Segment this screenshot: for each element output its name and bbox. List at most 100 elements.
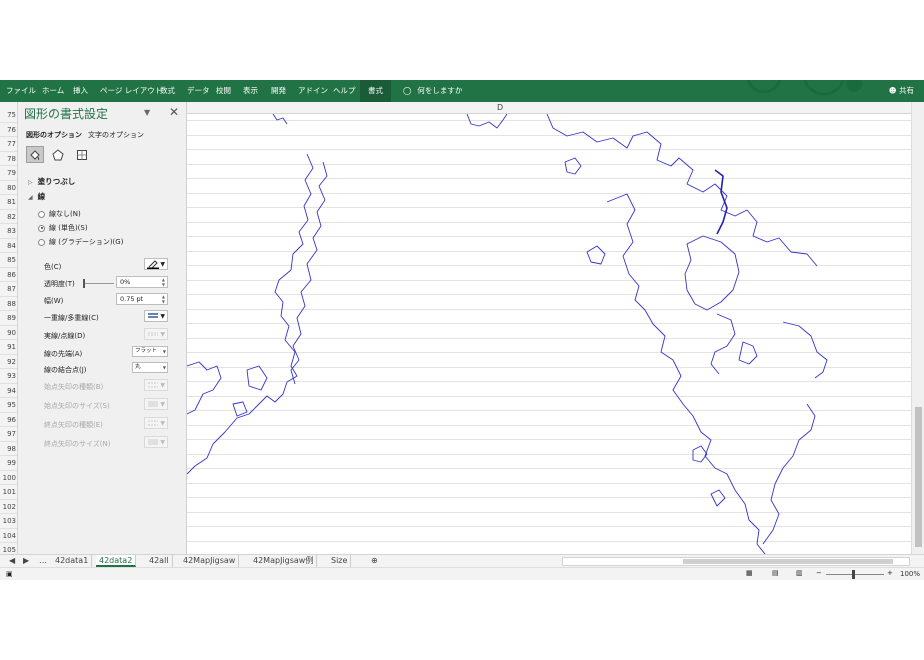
sheet-tab-42data1[interactable]: 42data1 (52, 555, 93, 567)
close-icon[interactable]: ✕ (169, 105, 179, 119)
tab-shape-options[interactable]: 図形のオプション (26, 130, 82, 140)
compound-type-dropdown[interactable]: ▼ (144, 310, 168, 322)
map-shapes[interactable] (187, 114, 911, 554)
fill-line-icon[interactable] (26, 146, 44, 163)
tab-scroll-right-icon[interactable]: ▶ (20, 555, 32, 567)
tab-scroll-left-icon[interactable]: ◀ (6, 555, 18, 567)
tab-insert[interactable]: 挿入 (73, 80, 88, 102)
pane-options-chevron-icon[interactable]: ▼ (144, 108, 150, 117)
row-header[interactable]: 87 (0, 282, 17, 297)
vertical-scrollbar[interactable] (911, 102, 924, 554)
tab-data[interactable]: データ (187, 80, 210, 102)
row-header[interactable]: 104 (0, 529, 17, 543)
horizontal-scrollbar[interactable] (562, 557, 910, 566)
zoom-out-icon[interactable]: − (816, 569, 822, 577)
tab-view[interactable]: 表示 (243, 80, 258, 102)
join-type-dropdown[interactable]: 丸 (132, 362, 168, 373)
tab-formulas[interactable]: 数式 (160, 80, 175, 102)
row-header[interactable]: 84 (0, 239, 17, 253)
tab-developer[interactable]: 開発 (271, 80, 286, 102)
tab-review[interactable]: 校閲 (216, 80, 231, 102)
row-header[interactable]: 78 (0, 152, 17, 166)
end-arrow-size-dropdown[interactable]: ▼ (144, 436, 168, 448)
add-sheet-icon[interactable]: ⊕ (368, 555, 381, 567)
tab-file[interactable]: ファイル (6, 80, 36, 102)
row-header[interactable]: 91 (0, 340, 17, 355)
radio-solid-line[interactable]: 線 (単色)(S) (38, 223, 88, 233)
line-section-header[interactable]: ◢ 線 (28, 191, 45, 202)
spinner-arrows-icon[interactable]: ▲ ▼ (162, 277, 165, 287)
share-button[interactable]: ☻ 共有 (889, 80, 914, 102)
row-header[interactable]: 90 (0, 326, 17, 340)
begin-arrow-size-dropdown[interactable]: ▼ (144, 398, 168, 410)
spinner-arrows-icon[interactable]: ▲ ▼ (162, 294, 165, 304)
zoom-in-icon[interactable]: + (887, 569, 893, 577)
row-header[interactable]: 83 (0, 224, 17, 239)
sheet-tab-size[interactable]: Size (328, 555, 352, 567)
transparency-input[interactable]: 0% ▲ ▼ (116, 276, 168, 288)
sheet-tab-42mapjigsaw-example[interactable]: 42MapJigsaw例 (250, 555, 318, 567)
row-header[interactable]: 86 (0, 268, 17, 282)
zoom-slider-thumb[interactable] (852, 570, 855, 579)
row-header[interactable]: 103 (0, 514, 17, 529)
transparency-slider[interactable] (83, 279, 114, 288)
radio-dot-selected (38, 224, 45, 232)
row-header[interactable]: 102 (0, 500, 17, 514)
row-header[interactable]: 75 (0, 108, 17, 123)
sheet-tab-42mapjigsaw[interactable]: 42MapJigsaw (180, 555, 240, 567)
row-header[interactable]: 92 (0, 355, 17, 369)
row-header[interactable]: 85 (0, 253, 17, 268)
row-header[interactable]: 94 (0, 384, 17, 398)
row-header[interactable]: 89 (0, 311, 17, 326)
tell-me-box[interactable]: ◯ 何をしますか (403, 80, 462, 102)
tab-home[interactable]: ホーム (42, 80, 64, 102)
line-color-picker[interactable]: ▼ (144, 258, 168, 270)
row-header[interactable]: 95 (0, 398, 17, 413)
tab-text-options[interactable]: 文字のオプション (88, 130, 144, 140)
row-header[interactable]: 82 (0, 210, 17, 224)
tab-page-layout[interactable]: ページ レイアウト (100, 80, 162, 102)
page-layout-view-icon[interactable]: ▤ (772, 569, 779, 577)
size-properties-icon[interactable] (73, 146, 91, 163)
row-header[interactable]: 98 (0, 442, 17, 456)
row-header[interactable]: 101 (0, 485, 17, 500)
sheet-tab-42data2[interactable]: 42data2 (96, 555, 137, 567)
sheet-tab-42all[interactable]: 42all (146, 555, 173, 567)
vertical-scroll-thumb[interactable] (915, 407, 922, 547)
radio-no-line[interactable]: 線なし(N) (38, 209, 81, 219)
row-header[interactable]: 100 (0, 471, 17, 485)
row-header[interactable]: 93 (0, 369, 17, 384)
row-header[interactable]: 96 (0, 413, 17, 427)
map-shape-east-gulf (710, 313, 736, 375)
normal-view-icon[interactable]: ▦ (746, 569, 753, 577)
tab-addins[interactable]: アドイン (298, 80, 328, 102)
width-input[interactable]: 0.75 pt ▲ ▼ (116, 293, 168, 305)
row-header[interactable]: 77 (0, 137, 17, 152)
page-break-view-icon[interactable]: ▥ (796, 569, 803, 577)
row-header[interactable]: 88 (0, 297, 17, 311)
horizontal-scroll-thumb[interactable] (683, 559, 893, 564)
tab-format[interactable]: 書式 (360, 80, 391, 102)
row-header[interactable]: 80 (0, 181, 17, 195)
begin-arrow-type-dropdown[interactable]: ▼ (144, 379, 168, 391)
chevron-right-icon: ▷ (28, 179, 33, 186)
zoom-slider[interactable] (826, 574, 884, 575)
macro-record-icon[interactable]: ▣ (6, 570, 13, 578)
pentagon-icon[interactable] (49, 146, 67, 163)
fill-section-header[interactable]: ▷ 塗りつぶし (28, 176, 75, 187)
cap-type-dropdown[interactable]: フラット (132, 346, 168, 357)
column-header-d[interactable]: D (497, 102, 503, 114)
row-header[interactable]: 97 (0, 427, 17, 442)
sheet-grid[interactable] (187, 114, 911, 554)
row-header[interactable]: 105 (0, 543, 17, 554)
dash-type-dropdown[interactable]: ▼ (144, 328, 168, 340)
tab-more-icon[interactable]: … (36, 555, 50, 567)
row-header[interactable]: 99 (0, 456, 17, 471)
tab-help[interactable]: ヘルプ (333, 80, 356, 102)
row-header[interactable]: 79 (0, 166, 17, 181)
row-header[interactable]: 76 (0, 123, 17, 137)
zoom-level[interactable]: 100% (900, 568, 920, 581)
row-header[interactable]: 81 (0, 195, 17, 210)
radio-gradient-line[interactable]: 線 (グラデーション)(G) (38, 237, 123, 247)
end-arrow-type-dropdown[interactable]: ▼ (144, 417, 168, 429)
